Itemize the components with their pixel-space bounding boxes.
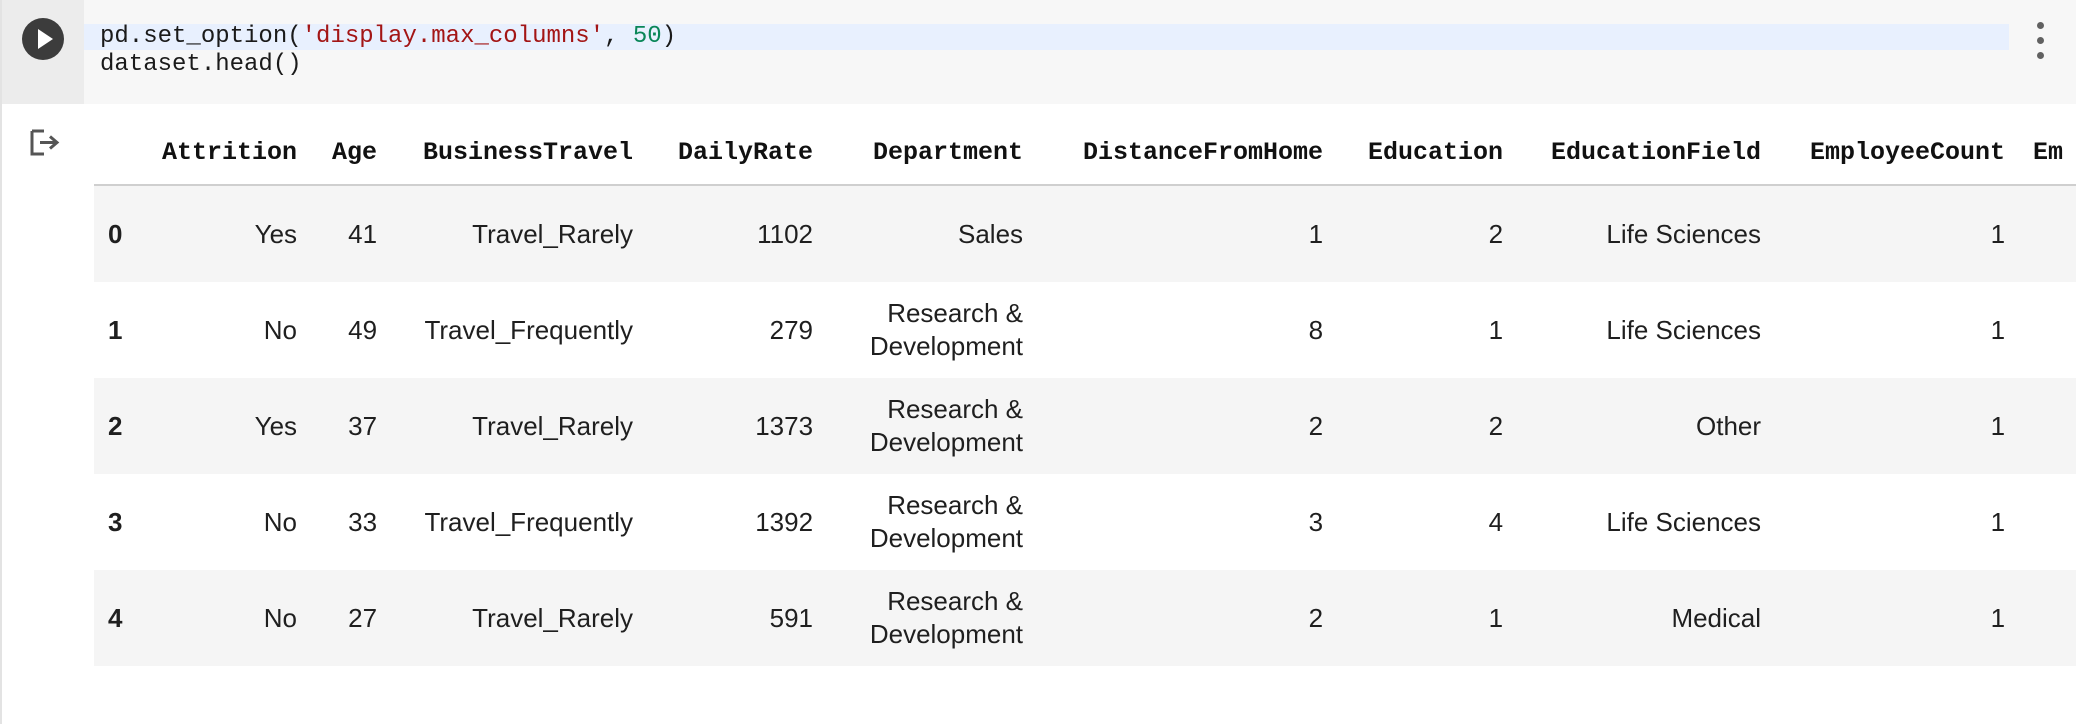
dataframe-table: Attrition Age BusinessTravel DailyRate D…	[94, 128, 2076, 666]
row-index: 4	[94, 570, 148, 666]
cell-education: 1	[1337, 282, 1518, 378]
code-token-separator: ,	[604, 23, 633, 50]
cell-menu-button[interactable]	[2026, 18, 2054, 64]
cell-business-travel: Travel_Rarely	[391, 378, 648, 474]
cell-employee-count: 1	[1775, 282, 2020, 378]
cell-education-field: Life Sciences	[1517, 474, 1776, 570]
cell-age: 49	[311, 282, 392, 378]
cell-education-field: Medical	[1517, 570, 1776, 666]
code-line-2: dataset.head()	[100, 51, 302, 78]
cell-education: 4	[1337, 474, 1518, 570]
cell-business-travel: Travel_Frequently	[391, 282, 648, 378]
more-vertical-icon	[2037, 22, 2044, 29]
cell-truncated	[2019, 282, 2076, 378]
column-header: BusinessTravel	[391, 128, 648, 186]
code-token-string: 'display.max_columns'	[301, 23, 605, 50]
table-header-row: Attrition Age BusinessTravel DailyRate D…	[94, 128, 2076, 186]
cell-education-field: Other	[1517, 378, 1776, 474]
column-header: Education	[1337, 128, 1518, 186]
cell-education-field: Life Sciences	[1517, 185, 1776, 282]
more-vertical-icon-dot	[2037, 52, 2044, 59]
row-index: 0	[94, 185, 148, 282]
cell-distance-from-home: 8	[1037, 282, 1338, 378]
play-icon	[38, 29, 53, 49]
more-vertical-icon-dot	[2037, 37, 2044, 44]
cell-attrition: No	[148, 282, 312, 378]
cell-department: Research & Development	[827, 570, 1038, 666]
code-input-area: pd.set_option('display.max_columns', 50)…	[2, 0, 2076, 104]
cell-business-travel: Travel_Rarely	[391, 570, 648, 666]
code-editor[interactable]: pd.set_option('display.max_columns', 50)…	[84, 20, 2014, 80]
cell-daily-rate: 279	[647, 282, 828, 378]
cell-department: Research & Development	[827, 282, 1038, 378]
cell-employee-count: 1	[1775, 185, 2020, 282]
department-text: Research & Development	[869, 394, 1024, 457]
cell-truncated	[2019, 570, 2076, 666]
cell-distance-from-home: 3	[1037, 474, 1338, 570]
cell-distance-from-home: 2	[1037, 570, 1338, 666]
run-cell-button[interactable]	[22, 18, 64, 60]
cell-daily-rate: 1392	[647, 474, 828, 570]
cell-age: 37	[311, 378, 392, 474]
code-token-call: pd.set_option(	[100, 23, 302, 50]
index-header	[94, 128, 148, 186]
cell-employee-count: 1	[1775, 570, 2020, 666]
output-redirect-icon[interactable]	[30, 128, 64, 158]
code-token-number: 50	[632, 23, 662, 50]
department-text: Research & Development	[869, 298, 1024, 361]
cell-distance-from-home: 1	[1037, 185, 1338, 282]
cell-employee-count: 1	[1775, 378, 2020, 474]
cell-education: 2	[1337, 378, 1518, 474]
cell-department: Sales	[827, 185, 1038, 282]
code-token-close: )	[661, 23, 677, 50]
column-header: EmployeeCount	[1775, 128, 2020, 186]
cell-age: 41	[311, 185, 392, 282]
cell-education: 1	[1337, 570, 1518, 666]
row-index: 1	[94, 282, 148, 378]
cell-education: 2	[1337, 185, 1518, 282]
cell-attrition: No	[148, 570, 312, 666]
table-row: 1 No 49 Travel_Frequently 279 Research &…	[94, 282, 2076, 378]
column-header: Em	[2019, 128, 2076, 186]
cell-gutter	[2, 0, 84, 104]
cell-attrition: No	[148, 474, 312, 570]
cell-age: 33	[311, 474, 392, 570]
cell-department: Research & Development	[827, 378, 1038, 474]
cell-daily-rate: 1102	[647, 185, 828, 282]
cell-truncated	[2019, 474, 2076, 570]
notebook-cell: pd.set_option('display.max_columns', 50)…	[0, 0, 2076, 724]
cell-daily-rate: 1373	[647, 378, 828, 474]
cell-truncated	[2019, 378, 2076, 474]
column-header: Department	[827, 128, 1038, 186]
cell-employee-count: 1	[1775, 474, 2020, 570]
cell-daily-rate: 591	[647, 570, 828, 666]
column-header: Attrition	[148, 128, 312, 186]
cell-attrition: Yes	[148, 185, 312, 282]
department-text: Research & Development	[869, 586, 1024, 649]
cell-truncated	[2019, 185, 2076, 282]
column-header: Age	[311, 128, 392, 186]
cell-attrition: Yes	[148, 378, 312, 474]
cell-output: Attrition Age BusinessTravel DailyRate D…	[94, 128, 2076, 668]
column-header: DistanceFromHome	[1037, 128, 1338, 186]
cell-education-field: Life Sciences	[1517, 282, 1776, 378]
cell-business-travel: Travel_Frequently	[391, 474, 648, 570]
code-line-1: pd.set_option('display.max_columns', 50)	[100, 23, 676, 51]
column-header: EducationField	[1517, 128, 1776, 186]
department-text: Sales	[957, 218, 1024, 249]
cell-department: Research & Development	[827, 474, 1038, 570]
row-index: 3	[94, 474, 148, 570]
row-index: 2	[94, 378, 148, 474]
cell-age: 27	[311, 570, 392, 666]
table-row: 3 No 33 Travel_Frequently 1392 Research …	[94, 474, 2076, 570]
table-row: 4 No 27 Travel_Rarely 591 Research & Dev…	[94, 570, 2076, 666]
column-header: DailyRate	[647, 128, 828, 186]
table-row: 0 Yes 41 Travel_Rarely 1102 Sales 1 2 Li…	[94, 185, 2076, 282]
department-text: Research & Development	[869, 490, 1024, 553]
cell-distance-from-home: 2	[1037, 378, 1338, 474]
cell-business-travel: Travel_Rarely	[391, 185, 648, 282]
table-row: 2 Yes 37 Travel_Rarely 1373 Research & D…	[94, 378, 2076, 474]
